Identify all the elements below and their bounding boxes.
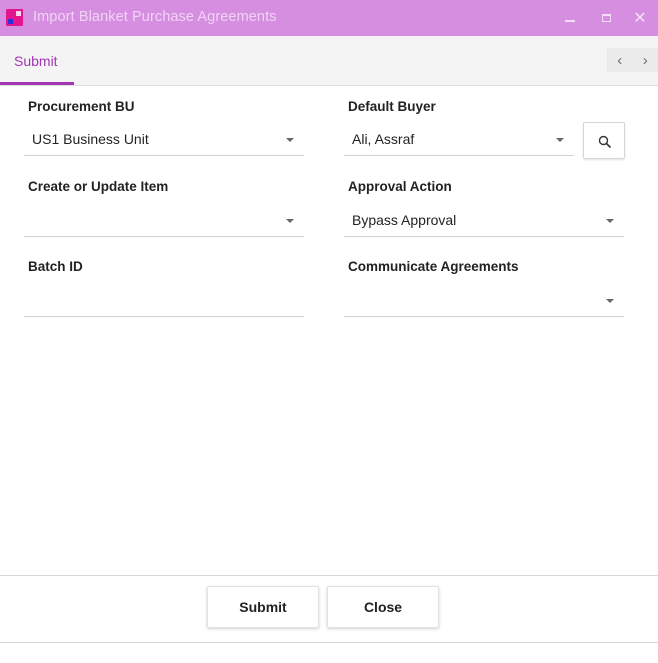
batch-id-input[interactable] — [24, 283, 304, 317]
tab-scroll-arrows: ‹ › — [607, 48, 658, 72]
search-icon — [598, 135, 612, 149]
approval-action-value: Bypass Approval — [352, 212, 457, 228]
procurement-bu-value: US1 Business Unit — [32, 131, 149, 147]
default-buyer-label: Default Buyer — [348, 99, 436, 114]
window-title: Import Blanket Purchase Agreements — [33, 9, 277, 25]
approval-action-label: Approval Action — [348, 179, 452, 194]
chevron-down-icon[interactable] — [286, 138, 294, 142]
dialog-footer: Submit Close — [0, 575, 658, 643]
tab-submit[interactable]: Submit — [0, 36, 74, 85]
procurement-bu-select[interactable]: US1 Business Unit — [24, 122, 304, 156]
communicate-agreements-label: Communicate Agreements — [348, 259, 519, 274]
approval-action-select[interactable]: Bypass Approval — [344, 203, 624, 237]
minimize-icon[interactable] — [558, 6, 582, 30]
tab-bar: Submit ‹ › — [0, 36, 658, 86]
create-or-update-item-select[interactable] — [24, 203, 304, 237]
chevron-down-icon[interactable] — [556, 138, 564, 142]
batch-id-label: Batch ID — [28, 259, 83, 274]
default-buyer-value: Ali, Assraf — [352, 131, 415, 147]
chevron-left-icon[interactable]: ‹ — [613, 52, 626, 69]
chevron-right-icon[interactable]: › — [639, 52, 652, 69]
communicate-agreements-select[interactable] — [344, 283, 624, 317]
procurement-bu-label: Procurement BU — [28, 99, 135, 114]
default-buyer-search-button[interactable] — [583, 122, 625, 159]
create-or-update-item-label: Create or Update Item — [28, 179, 169, 194]
close-button[interactable]: Close — [327, 586, 439, 628]
submit-button[interactable]: Submit — [207, 586, 319, 628]
maximize-icon[interactable] — [594, 6, 618, 30]
app-icon — [6, 9, 23, 26]
window-titlebar: Import Blanket Purchase Agreements ✕ — [0, 0, 658, 36]
chevron-down-icon[interactable] — [606, 299, 614, 303]
chevron-down-icon[interactable] — [606, 219, 614, 223]
default-buyer-select[interactable]: Ali, Assraf — [344, 122, 574, 156]
close-icon[interactable]: ✕ — [628, 6, 652, 30]
chevron-down-icon[interactable] — [286, 219, 294, 223]
